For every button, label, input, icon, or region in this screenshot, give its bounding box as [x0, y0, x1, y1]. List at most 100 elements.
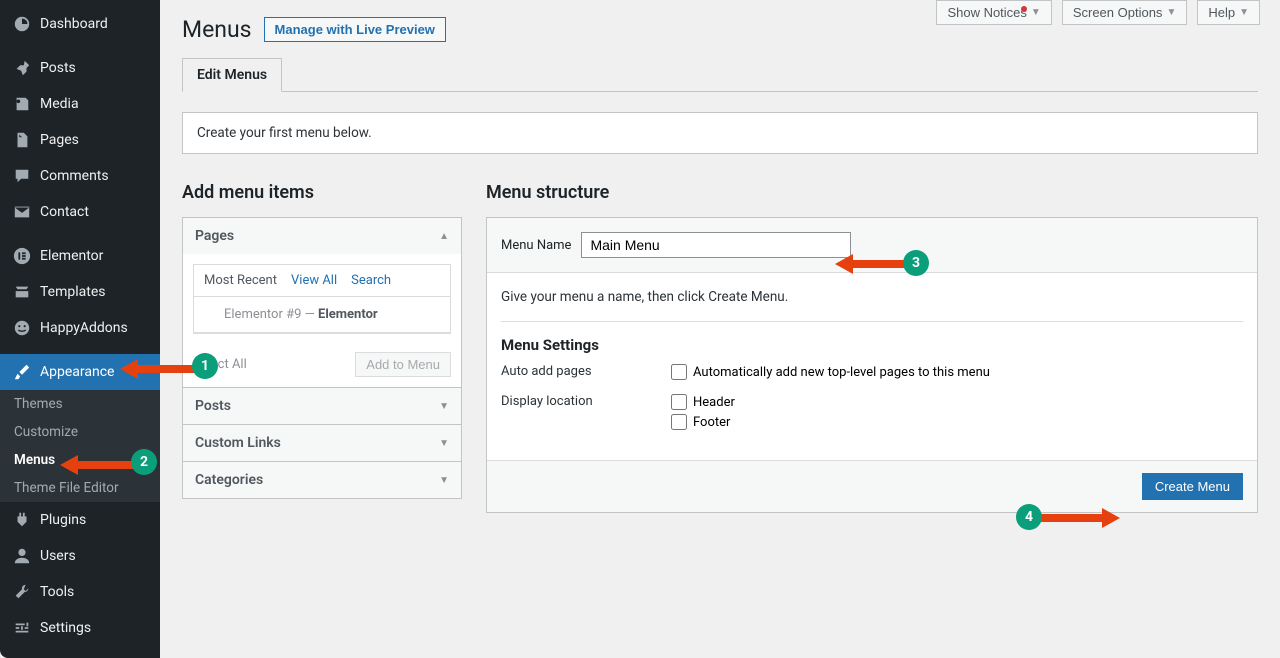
display-location-label: Display location — [501, 394, 611, 409]
acc-label: Custom Links — [195, 435, 281, 451]
submenu-customize[interactable]: Customize — [0, 418, 160, 446]
help-button[interactable]: Help ▼ — [1197, 0, 1260, 25]
manage-live-preview-button[interactable]: Manage with Live Preview — [264, 17, 446, 42]
menu-name-label: Menu Name — [501, 238, 571, 253]
accordion-posts-head[interactable]: Posts ▼ — [183, 387, 461, 424]
notice-indicator-dot — [1021, 6, 1027, 12]
envelope-icon — [12, 202, 32, 222]
chevron-up-icon: ▲ — [439, 231, 449, 242]
sidebar-label: Plugins — [40, 512, 86, 528]
submenu-themes[interactable]: Themes — [0, 390, 160, 418]
sidebar-item-settings[interactable]: Settings — [0, 610, 160, 646]
page-item-text: Elementor #9 — — [224, 307, 318, 322]
subtab-view-all[interactable]: View All — [291, 273, 337, 288]
media-icon — [12, 94, 32, 114]
tab-bar: Edit Menus — [182, 57, 1258, 92]
wrench-icon — [12, 582, 32, 602]
sidebar-label: Pages — [40, 132, 79, 148]
sidebar-label: Templates — [40, 284, 106, 300]
sidebar-item-happyaddons[interactable]: HappyAddons — [0, 310, 160, 346]
elementor-icon — [12, 246, 32, 266]
sliders-icon — [12, 618, 32, 638]
sidebar-label: Contact — [40, 204, 89, 220]
dashboard-icon — [12, 14, 32, 34]
menu-name-input[interactable] — [581, 232, 851, 258]
chevron-down-icon: ▼ — [439, 475, 449, 486]
subtab-most-recent[interactable]: Most Recent — [204, 273, 277, 288]
submenu-theme-file-editor[interactable]: Theme File Editor — [0, 474, 160, 502]
add-menu-items-heading: Add menu items — [182, 182, 462, 203]
sidebar-item-appearance[interactable]: Appearance — [0, 354, 160, 390]
plug-icon — [12, 510, 32, 530]
accordion-pages-head[interactable]: Pages ▲ — [183, 218, 461, 254]
submenu-menus[interactable]: Menus — [0, 446, 160, 474]
acc-label: Posts — [195, 398, 231, 414]
main-content: Show Notices ▼ Screen Options ▼ Help ▼ M… — [160, 0, 1280, 658]
add-to-menu-button[interactable]: Add to Menu — [355, 352, 451, 377]
sidebar-label: Comments — [40, 168, 109, 184]
create-menu-button[interactable]: Create Menu — [1142, 473, 1243, 500]
page-item-strong: Elementor — [318, 307, 378, 322]
sidebar-item-pages[interactable]: Pages — [0, 122, 160, 158]
add-items-accordion: Pages ▲ Most Recent View All Search Elem… — [182, 217, 462, 499]
acc-label: Categories — [195, 472, 263, 488]
page-list-item[interactable]: Elementor #9 — Elementor — [194, 297, 450, 333]
auto-add-text: Automatically add new top-level pages to… — [693, 365, 990, 380]
location-footer-text: Footer — [693, 415, 730, 430]
top-label: Help — [1208, 5, 1235, 20]
chevron-down-icon: ▼ — [1239, 7, 1249, 18]
sidebar-label: Tools — [40, 584, 74, 600]
user-icon — [12, 546, 32, 566]
top-label: Screen Options — [1073, 5, 1163, 20]
show-notices-button[interactable]: Show Notices ▼ — [936, 0, 1051, 25]
admin-sidebar: Dashboard Posts Media Pages Comments Con… — [0, 0, 160, 658]
sidebar-item-media[interactable]: Media — [0, 86, 160, 122]
chevron-down-icon: ▼ — [439, 438, 449, 449]
auto-add-checkbox[interactable] — [671, 364, 687, 380]
location-header-text: Header — [693, 395, 735, 410]
appearance-submenu: Themes Customize Menus Theme File Editor — [0, 390, 160, 502]
screen-options-button[interactable]: Screen Options ▼ — [1062, 0, 1188, 25]
menu-structure-box: Menu Name Give your menu a name, then cl… — [486, 217, 1258, 513]
sidebar-item-dashboard[interactable]: Dashboard — [0, 6, 160, 42]
sidebar-item-plugins[interactable]: Plugins — [0, 502, 160, 538]
sidebar-label: Media — [40, 96, 79, 112]
accordion-categories-head[interactable]: Categories ▼ — [183, 461, 461, 498]
accordion-custom-links-head[interactable]: Custom Links ▼ — [183, 424, 461, 461]
happyaddons-icon — [12, 318, 32, 338]
chevron-down-icon: ▼ — [1031, 7, 1041, 18]
sidebar-label: Users — [40, 548, 76, 564]
location-footer-checkbox[interactable] — [671, 414, 687, 430]
location-header-checkbox[interactable] — [671, 394, 687, 410]
accordion-pages-body: Most Recent View All Search Elementor #9… — [183, 254, 461, 387]
acc-label: Pages — [195, 228, 234, 244]
comment-icon — [12, 166, 32, 186]
sidebar-item-users[interactable]: Users — [0, 538, 160, 574]
menu-structure-heading: Menu structure — [486, 182, 1258, 203]
sidebar-item-elementor[interactable]: Elementor — [0, 238, 160, 274]
chevron-down-icon: ▼ — [1166, 7, 1176, 18]
sidebar-label: Settings — [40, 620, 91, 636]
subtab-search[interactable]: Search — [351, 273, 391, 288]
info-box: Create your first menu below. — [182, 112, 1258, 154]
top-bar: Show Notices ▼ Screen Options ▼ Help ▼ — [936, 0, 1260, 25]
sidebar-item-posts[interactable]: Posts — [0, 50, 160, 86]
pin-icon — [12, 58, 32, 78]
sidebar-label: Posts — [40, 60, 76, 76]
templates-icon — [12, 282, 32, 302]
page-title: Menus — [182, 16, 252, 43]
sidebar-label: Elementor — [40, 248, 103, 264]
pages-icon — [12, 130, 32, 150]
sidebar-item-tools[interactable]: Tools — [0, 574, 160, 610]
select-all-link[interactable]: Select All — [193, 357, 247, 372]
sidebar-label: Dashboard — [40, 16, 108, 32]
menu-settings-heading: Menu Settings — [501, 336, 1243, 354]
sidebar-label: HappyAddons — [40, 320, 128, 336]
brush-icon — [12, 362, 32, 382]
sidebar-item-templates[interactable]: Templates — [0, 274, 160, 310]
tab-edit-menus[interactable]: Edit Menus — [182, 58, 282, 92]
sidebar-item-contact[interactable]: Contact — [0, 194, 160, 230]
auto-add-pages-label: Auto add pages — [501, 364, 611, 379]
chevron-down-icon: ▼ — [439, 401, 449, 412]
sidebar-item-comments[interactable]: Comments — [0, 158, 160, 194]
